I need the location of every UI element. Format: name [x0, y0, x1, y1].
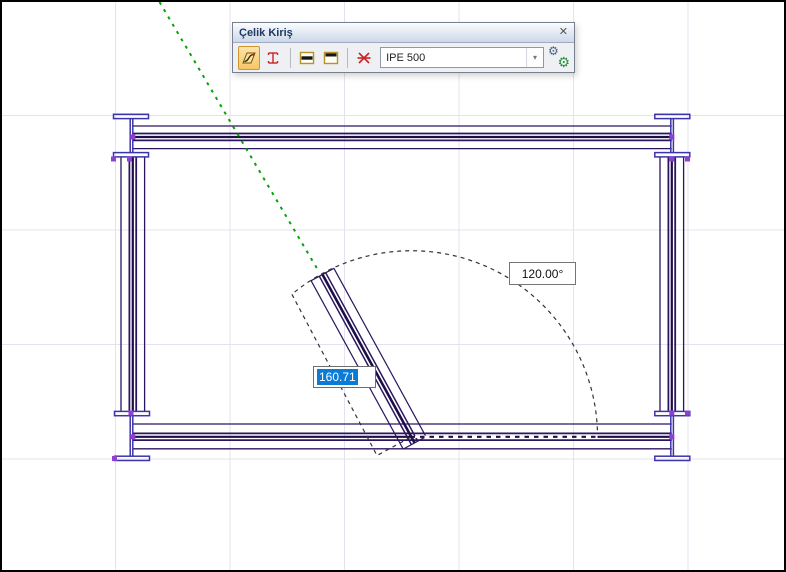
tool-beam-plan-outline-button[interactable]	[320, 46, 342, 70]
toolbar-separator	[347, 48, 348, 68]
gear-icon: ⚙	[557, 54, 570, 71]
length-value-selected[interactable]: 160.71	[317, 369, 358, 385]
tool-beam-plan-filled-button[interactable]	[295, 46, 317, 70]
drawing-canvas[interactable]	[0, 0, 786, 572]
chevron-down-icon[interactable]: ▾	[526, 48, 543, 67]
profile-value: IPE 500	[381, 52, 425, 64]
beam-draw-icon	[241, 50, 257, 66]
length-input[interactable]: 160.71	[313, 366, 376, 388]
close-icon[interactable]: ✕	[559, 27, 568, 38]
tool-no-section-button[interactable]	[353, 46, 375, 70]
dialog-title: Çelik Kiriş	[239, 27, 293, 39]
top-beam[interactable]	[133, 126, 672, 149]
settings-gears-icon[interactable]: ⚙ ⚙	[548, 47, 570, 69]
angle-value-text: 120.00°	[522, 267, 564, 281]
right-beam[interactable]	[660, 158, 684, 412]
toolbar-separator	[290, 48, 291, 68]
i-profile-icon	[265, 50, 281, 66]
angle-value-label: 120.00°	[509, 262, 576, 285]
dialog-toolbar: IPE 500 ▾ ⚙ ⚙	[233, 43, 574, 72]
profile-select[interactable]: IPE 500 ▾	[380, 47, 544, 68]
celik-kiris-dialog: Çelik Kiriş ✕	[232, 22, 575, 73]
diagonal-beam-preview[interactable]	[311, 268, 426, 449]
left-beam[interactable]	[121, 158, 145, 412]
node-handles	[111, 135, 690, 462]
dialog-titlebar[interactable]: Çelik Kiriş ✕	[233, 23, 574, 43]
beam-plan-outline-icon	[323, 50, 339, 66]
tool-beam-section-button[interactable]	[262, 46, 284, 70]
tool-draw-steel-beam-button[interactable]	[238, 46, 260, 70]
beam-plan-filled-icon	[299, 50, 315, 66]
red-asterisk-icon	[356, 50, 372, 66]
cad-application-window: 120.00° 160.71 Çelik Kiriş ✕	[0, 0, 786, 572]
